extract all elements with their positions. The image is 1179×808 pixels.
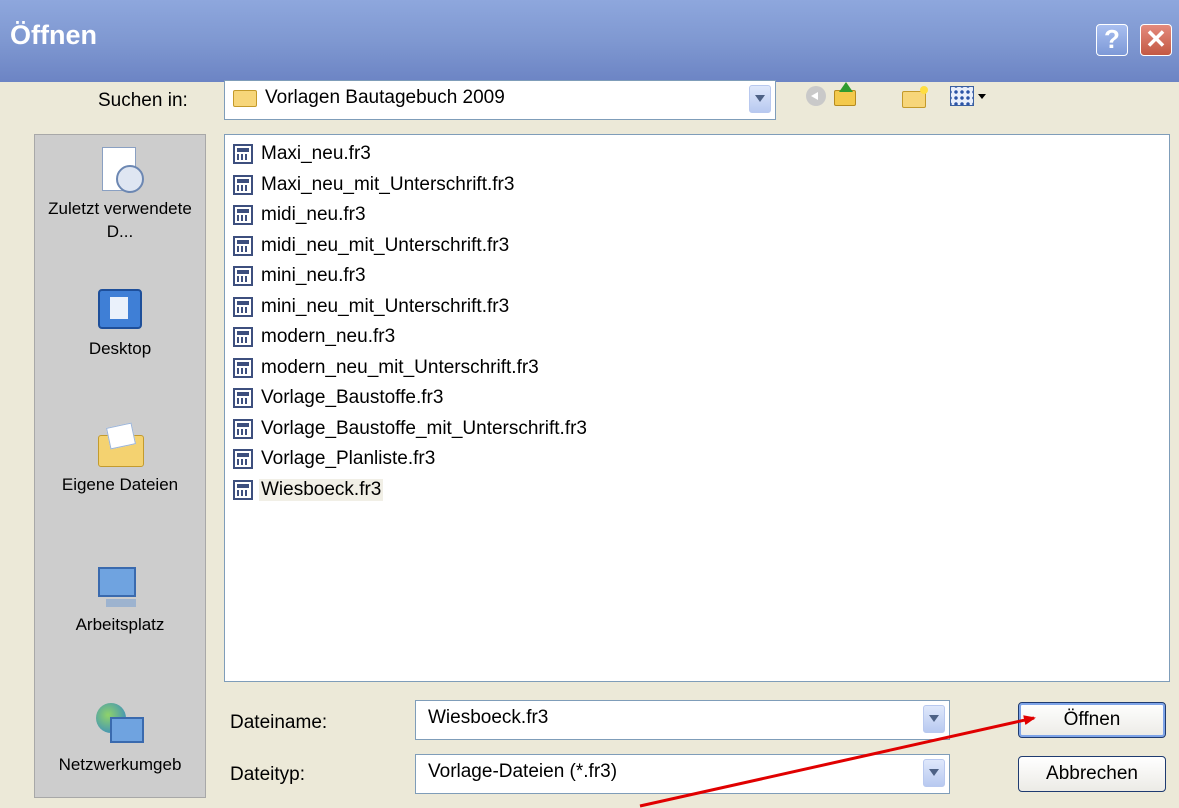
annotation-arrow-icon [639, 715, 1036, 808]
